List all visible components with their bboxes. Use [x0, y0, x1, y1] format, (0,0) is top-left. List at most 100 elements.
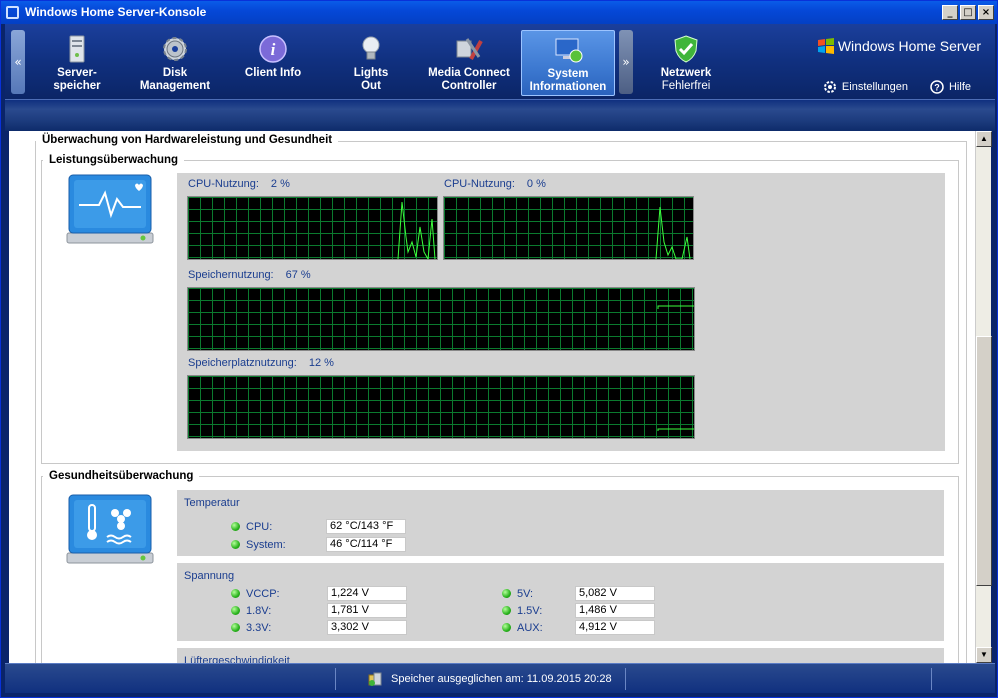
help-label: Hilfe	[948, 81, 971, 93]
volt-3-3v-label: 3.3V:	[231, 622, 271, 634]
tab-label: Server-	[57, 67, 97, 79]
status-ok-icon	[231, 606, 240, 615]
brand-logo: Windows Home Server	[817, 38, 981, 54]
header-links: Einstellungen ? Hilfe	[823, 80, 971, 94]
shield-check-icon	[674, 35, 698, 63]
perf-group-title: Leistungsüberwachung	[43, 154, 185, 166]
cpu2-usage-value: 0 %	[526, 178, 546, 190]
tab-label: Client Info	[244, 67, 302, 79]
title-bar[interactable]: Windows Home Server-Konsole _ □ ×	[1, 1, 997, 24]
network-status[interactable]: Netzwerk Fehlerfrei	[641, 30, 731, 96]
vertical-scrollbar[interactable]: ▲ ▼	[975, 131, 992, 663]
status-ok-icon	[231, 623, 240, 632]
volt-1-5v-value: 1,486 V	[575, 603, 655, 618]
scroll-up-button[interactable]: ▲	[976, 131, 992, 147]
volt-5v-label: 5V:	[502, 588, 533, 600]
temperature-title: Temperatur	[184, 497, 240, 509]
cpu1-graph	[187, 196, 438, 260]
status-divider	[931, 668, 932, 690]
tab-disk-management[interactable]: Disk Management	[133, 30, 217, 96]
minimize-button[interactable]: _	[942, 5, 958, 20]
media-tools-icon	[456, 38, 483, 60]
status-divider	[335, 668, 336, 690]
volt-aux-value: 4,912 V	[575, 620, 655, 635]
status-ok-icon	[231, 522, 240, 531]
tab-client-info[interactable]: i Client Info	[231, 30, 315, 96]
gear-icon	[823, 81, 836, 93]
tab-label: Lights	[353, 67, 389, 79]
status-ok-icon	[502, 623, 511, 632]
status-ok-icon	[502, 606, 511, 615]
svg-text:i: i	[271, 40, 276, 59]
close-button[interactable]: ×	[978, 5, 994, 20]
memory-usage-label: Speichernutzung: 67 %	[188, 269, 311, 281]
volt-1-8v-value: 1,781 V	[327, 603, 407, 618]
voltage-title: Spannung	[184, 570, 235, 582]
nav-scroll-left-button[interactable]: «	[11, 30, 25, 94]
volt-5v-value: 5,082 V	[575, 586, 655, 601]
nav-scroll-right-button[interactable]: »	[619, 30, 633, 94]
status-bar: Speicher ausgeglichen am: 11.09.2015 20:…	[5, 663, 995, 693]
home-icon	[6, 6, 19, 19]
status-divider	[625, 668, 626, 690]
settings-label: Einstellungen	[841, 81, 908, 93]
svg-text:?: ?	[934, 83, 940, 93]
volt-3-3v-value: 3,302 V	[327, 620, 407, 635]
storage-balanced-icon	[368, 672, 382, 686]
brand-text: Windows Home Server	[837, 38, 981, 54]
tab-lights-out[interactable]: Lights Out	[329, 30, 413, 96]
disk-graph	[187, 375, 695, 439]
temp-system-value: 46 °C/114 °F	[326, 537, 406, 552]
voltage-panel: Spannung VCCP: 1,224 V 1.8V: 1,781 V 3.3…	[177, 563, 944, 641]
tab-server-storage[interactable]: Server- speicher	[35, 30, 119, 96]
help-icon: ?	[930, 80, 944, 94]
volt-1-5v-label: 1.5V:	[502, 605, 542, 617]
tab-label: System	[547, 68, 589, 80]
temp-system-label: System:	[231, 539, 286, 551]
settings-link[interactable]: Einstellungen	[823, 80, 908, 94]
tab-label: Media Connect	[428, 67, 510, 79]
tab-label-line2: Management	[139, 80, 211, 92]
volt-vccp-label: VCCP:	[231, 588, 280, 600]
status-text: Speicher ausgeglichen am: 11.09.2015 20:…	[391, 673, 612, 685]
volt-1-8v-label: 1.8V:	[231, 605, 271, 617]
volt-aux-label: AUX:	[502, 622, 543, 634]
window-title: Windows Home Server-Konsole	[25, 5, 207, 19]
cpu1-usage-value: 2 %	[270, 178, 290, 190]
tab-label-line2: Out	[361, 80, 381, 92]
cpu2-graph	[443, 196, 694, 260]
fan-title: Lüftergeschwindigkeit	[184, 655, 290, 663]
info-icon: i	[259, 35, 287, 63]
memory-usage-value: 67 %	[285, 269, 311, 281]
status-ok-icon	[502, 589, 511, 598]
network-label: Netzwerk	[660, 67, 712, 79]
tab-label: Disk	[162, 67, 188, 79]
scroll-thumb[interactable]	[976, 336, 992, 586]
fan-panel: Lüftergeschwindigkeit	[177, 648, 944, 663]
system-monitor-icon	[555, 38, 583, 63]
temp-cpu-label: CPU:	[231, 521, 272, 533]
gear-icon	[163, 37, 187, 61]
server-icon	[69, 35, 85, 63]
temperature-panel: Temperatur CPU: 62 °C/143 °F System: 46 …	[177, 490, 944, 556]
status-ok-icon	[231, 589, 240, 598]
tab-system-information[interactable]: System Informationen	[521, 30, 615, 96]
cpu1-usage-label: CPU-Nutzung: 2 %	[188, 178, 290, 190]
content-area: Überwachung von Hardwareleistung und Ges…	[9, 131, 975, 663]
perf-panel: CPU-Nutzung: 2 % CPU-Nutzung: 0 % Speicher…	[177, 173, 945, 451]
scroll-down-button[interactable]: ▼	[976, 647, 992, 663]
temp-cpu-value: 62 °C/143 °F	[326, 519, 406, 534]
app-window: Windows Home Server-Konsole _ □ × « Serv…	[0, 0, 998, 698]
performance-monitor-icon	[66, 174, 154, 244]
network-status-text: Fehlerfrei	[661, 80, 711, 92]
lightbulb-icon	[362, 36, 380, 60]
window-controls: _ □ ×	[942, 5, 994, 20]
help-link[interactable]: ? Hilfe	[930, 80, 971, 94]
sub-header-bar	[5, 99, 995, 131]
tab-label-line2: speicher	[53, 80, 101, 92]
volt-vccp-value: 1,224 V	[327, 586, 407, 601]
nav-bar: « Server- speicher Disk Management i Cli…	[5, 24, 995, 99]
maximize-button[interactable]: □	[960, 5, 976, 20]
tab-media-connect-controller[interactable]: Media Connect Controller	[419, 30, 519, 96]
tab-label-line2: Controller	[441, 80, 497, 92]
